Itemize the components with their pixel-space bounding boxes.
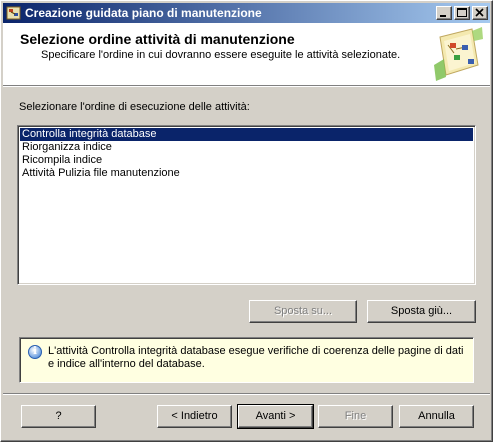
title-bar[interactable]: Creazione guidata piano di manutenzione bbox=[3, 3, 490, 23]
back-button[interactable]: < Indietro bbox=[157, 405, 232, 428]
list-item[interactable]: Attività Pulizia file manutenzione bbox=[20, 167, 473, 180]
minimize-button[interactable] bbox=[436, 6, 452, 20]
list-item[interactable]: Riorganizza indice bbox=[20, 141, 473, 154]
wizard-banner-graphic bbox=[432, 25, 484, 83]
maximize-button[interactable] bbox=[454, 6, 470, 20]
move-down-button[interactable]: Sposta giù... bbox=[367, 300, 476, 323]
wizard-app-icon bbox=[6, 5, 22, 21]
page-title: Selezione ordine attività di manutenzion… bbox=[20, 31, 295, 47]
move-up-button[interactable]: Sposta su... bbox=[249, 300, 357, 323]
header-separator bbox=[3, 85, 490, 87]
footer-separator bbox=[3, 393, 490, 395]
wizard-window: Creazione guidata piano di manutenzione … bbox=[0, 0, 493, 442]
close-button[interactable] bbox=[472, 6, 488, 20]
page-subtitle: Specificare l'ordine in cui dovranno ess… bbox=[41, 49, 401, 61]
list-item[interactable]: Controlla integrità database bbox=[20, 128, 473, 141]
task-description-box: i L'attività Controlla integrità databas… bbox=[19, 337, 474, 383]
window-title: Creazione guidata piano di manutenzione bbox=[25, 6, 262, 20]
wizard-header: Selezione ordine attività di manutenzion… bbox=[3, 23, 490, 85]
minimize-icon bbox=[440, 15, 446, 17]
list-item[interactable]: Ricompila indice bbox=[20, 154, 473, 167]
info-icon: i bbox=[28, 345, 42, 359]
close-icon bbox=[475, 8, 484, 17]
task-order-list[interactable]: Controlla integrità database Riorganizza… bbox=[17, 125, 476, 285]
help-button[interactable]: ? bbox=[21, 405, 96, 428]
order-prompt-label: Selezionare l'ordine di esecuzione delle… bbox=[19, 101, 250, 113]
task-description-text: L'attività Controlla integrità database … bbox=[48, 345, 464, 370]
cancel-button[interactable]: Annulla bbox=[399, 405, 474, 428]
next-button[interactable]: Avanti > bbox=[237, 404, 314, 429]
maximize-icon bbox=[457, 8, 467, 17]
finish-button[interactable]: Fine bbox=[318, 405, 393, 428]
